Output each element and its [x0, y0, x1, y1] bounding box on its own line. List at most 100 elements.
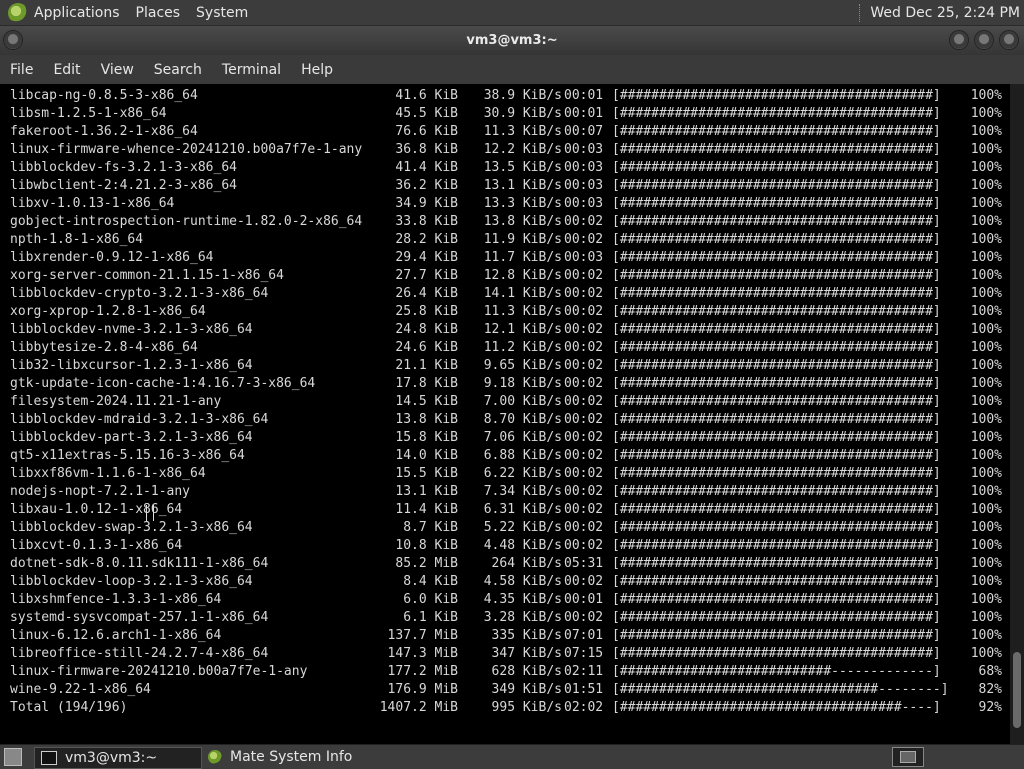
- taskbar-item-system-info[interactable]: Mate System Info: [206, 747, 366, 767]
- terminal-line: gobject-introspection-runtime-1.82.0-2-x…: [0, 213, 1010, 231]
- progress-bar: [#######################################…: [612, 142, 941, 157]
- clock[interactable]: Wed Dec 25, 2:24 PM: [870, 5, 1020, 21]
- package-name: libblockdev-mdraid-3.2.1-3-x86_64: [10, 412, 269, 427]
- terminal-line: libxshmfence-1.3.3-1-x86_64 6.0 KiB 4.35 K…: [0, 591, 1010, 609]
- terminal-line: wine-9.22-1-x86_64 176.9 MiB 349 KiB/s 01:5…: [0, 681, 1010, 699]
- elapsed-time: 00:03: [564, 250, 604, 265]
- terminal-line: libxv-1.0.13-1-x86_64 34.9 KiB 13.3 KiB/s 0…: [0, 195, 1010, 213]
- progress-percent: 100%: [970, 484, 1002, 499]
- progress-percent: 100%: [970, 628, 1002, 643]
- menu-view[interactable]: View: [91, 62, 144, 78]
- progress-percent: 100%: [970, 430, 1002, 445]
- elapsed-time: 00:03: [564, 142, 604, 157]
- progress-bar: [#######################################…: [612, 286, 941, 301]
- scrollbar-thumb[interactable]: [1013, 652, 1021, 728]
- terminal-line: xorg-xprop-1.2.8-1-x86_64 25.8 KiB 11.3 Ki…: [0, 303, 1010, 321]
- transfer-rate: 11.7 KiB/s: [483, 250, 562, 265]
- package-size: 85.2 MiB: [395, 556, 458, 571]
- package-name: systemd-sysvcompat-257.1-1-x86_64: [10, 610, 269, 625]
- progress-percent: 100%: [970, 214, 1002, 229]
- elapsed-time: 00:02: [564, 502, 604, 517]
- package-size: 1407.2 MiB: [379, 700, 458, 715]
- progress-percent: 100%: [970, 376, 1002, 391]
- terminal-line: lib32-libxcursor-1.2.3-1-x86_64 21.1 KiB 9…: [0, 357, 1010, 375]
- close-button[interactable]: [1000, 31, 1018, 49]
- menu-file[interactable]: File: [0, 62, 43, 78]
- elapsed-time: 02:02: [564, 700, 604, 715]
- progress-bar: [#######################################…: [612, 430, 941, 445]
- window-titlebar[interactable]: vm3@vm3:~: [0, 26, 1024, 55]
- transfer-rate: 13.3 KiB/s: [483, 196, 562, 211]
- package-size: 41.4 KiB: [395, 160, 458, 175]
- package-size: 25.8 KiB: [395, 304, 458, 319]
- elapsed-time: 00:02: [564, 574, 604, 589]
- progress-percent: 100%: [970, 538, 1002, 553]
- package-size: 11.4 KiB: [395, 502, 458, 517]
- progress-bar: [#######################################…: [612, 340, 941, 355]
- terminal-line: libblockdev-swap-3.2.1-3-x86_64 8.7 KiB 5.…: [0, 519, 1010, 537]
- top-panel: Applications Places System Wed Dec 25, 2…: [0, 0, 1024, 26]
- transfer-rate: 4.58 KiB/s: [483, 574, 562, 589]
- progress-percent: 100%: [970, 610, 1002, 625]
- progress-bar: [#######################################…: [612, 628, 941, 643]
- package-name: libxshmfence-1.3.3-1-x86_64: [10, 592, 222, 607]
- menu-terminal[interactable]: Terminal: [212, 62, 291, 78]
- places-menu[interactable]: Places: [136, 5, 181, 21]
- taskbar-item-label: Mate System Info: [230, 749, 353, 765]
- progress-percent: 100%: [970, 142, 1002, 157]
- progress-bar: [#######################################…: [612, 106, 941, 121]
- elapsed-time: 05:31: [564, 556, 604, 571]
- progress-percent: 100%: [970, 574, 1002, 589]
- transfer-rate: 12.2 KiB/s: [483, 142, 562, 157]
- progress-percent: 92%: [978, 700, 1002, 715]
- progress-bar: [#######################################…: [612, 268, 941, 283]
- progress-bar: [#################################------…: [612, 682, 949, 697]
- terminal-line: linux-6.12.6.arch1-1-x86_64 137.7 MiB 335 …: [0, 627, 1010, 645]
- transfer-rate: 13.5 KiB/s: [483, 160, 562, 175]
- terminal-scrollbar[interactable]: [1010, 84, 1024, 744]
- progress-bar: [#######################################…: [612, 592, 941, 607]
- progress-percent: 100%: [970, 466, 1002, 481]
- elapsed-time: 00:02: [564, 484, 604, 499]
- workspace-switcher[interactable]: [892, 747, 924, 767]
- taskbar-item-terminal[interactable]: vm3@vm3:~: [34, 747, 202, 769]
- maximize-button[interactable]: [975, 31, 993, 49]
- progress-percent: 100%: [970, 286, 1002, 301]
- menu-search[interactable]: Search: [144, 62, 212, 78]
- terminal-line: libcap-ng-0.8.5-3-x86_64 41.6 KiB 38.9 KiB…: [0, 87, 1010, 105]
- progress-bar: [#######################################…: [612, 484, 941, 499]
- package-name: linux-firmware-whence-20241210.b00a7f7e-…: [10, 142, 363, 157]
- package-size: 8.7 KiB: [403, 520, 458, 535]
- progress-percent: 100%: [970, 322, 1002, 337]
- show-desktop-icon[interactable]: [4, 748, 22, 766]
- transfer-rate: 347 KiB/s: [491, 646, 562, 661]
- transfer-rate: 8.70 KiB/s: [483, 412, 562, 427]
- terminal-line: libblockdev-mdraid-3.2.1-3-x86_64 13.8 Ki…: [0, 411, 1010, 429]
- package-name: libblockdev-loop-3.2.1-3-x86_64: [10, 574, 253, 589]
- mate-logo-icon[interactable]: [8, 2, 28, 23]
- menu-help[interactable]: Help: [291, 62, 343, 78]
- bottom-panel: vm3@vm3:~ Mate System Info: [0, 744, 1024, 769]
- progress-percent: 100%: [970, 646, 1002, 661]
- terminal-line: filesystem-2024.11.21-1-any 14.5 KiB 7.00 …: [0, 393, 1010, 411]
- terminal-output[interactable]: libcap-ng-0.8.5-3-x86_64 41.6 KiB 38.9 KiB…: [0, 84, 1010, 744]
- package-size: 10.8 KiB: [395, 538, 458, 553]
- package-name: libblockdev-crypto-3.2.1-3-x86_64: [10, 286, 269, 301]
- package-size: 21.1 KiB: [395, 358, 458, 373]
- minimize-button[interactable]: [950, 31, 968, 49]
- transfer-rate: 6.22 KiB/s: [483, 466, 562, 481]
- package-name: npth-1.8-1-x86_64: [10, 232, 144, 247]
- elapsed-time: 01:51: [564, 682, 604, 697]
- elapsed-time: 00:02: [564, 340, 604, 355]
- elapsed-time: 00:02: [564, 448, 604, 463]
- system-menu[interactable]: System: [196, 5, 248, 21]
- package-size: 147.3 MiB: [387, 646, 458, 661]
- progress-bar: [#######################################…: [612, 160, 941, 175]
- terminal-line: linux-firmware-20241210.b00a7f7e-1-any 17…: [0, 663, 1010, 681]
- package-name: libxau-1.0.12-1-x86_64: [10, 502, 183, 517]
- package-name: libsm-1.2.5-1-x86_64: [10, 106, 167, 121]
- transfer-rate: 13.1 KiB/s: [483, 178, 562, 193]
- package-size: 177.2 MiB: [387, 664, 458, 679]
- applications-menu[interactable]: Applications: [34, 5, 120, 21]
- menu-edit[interactable]: Edit: [43, 62, 90, 78]
